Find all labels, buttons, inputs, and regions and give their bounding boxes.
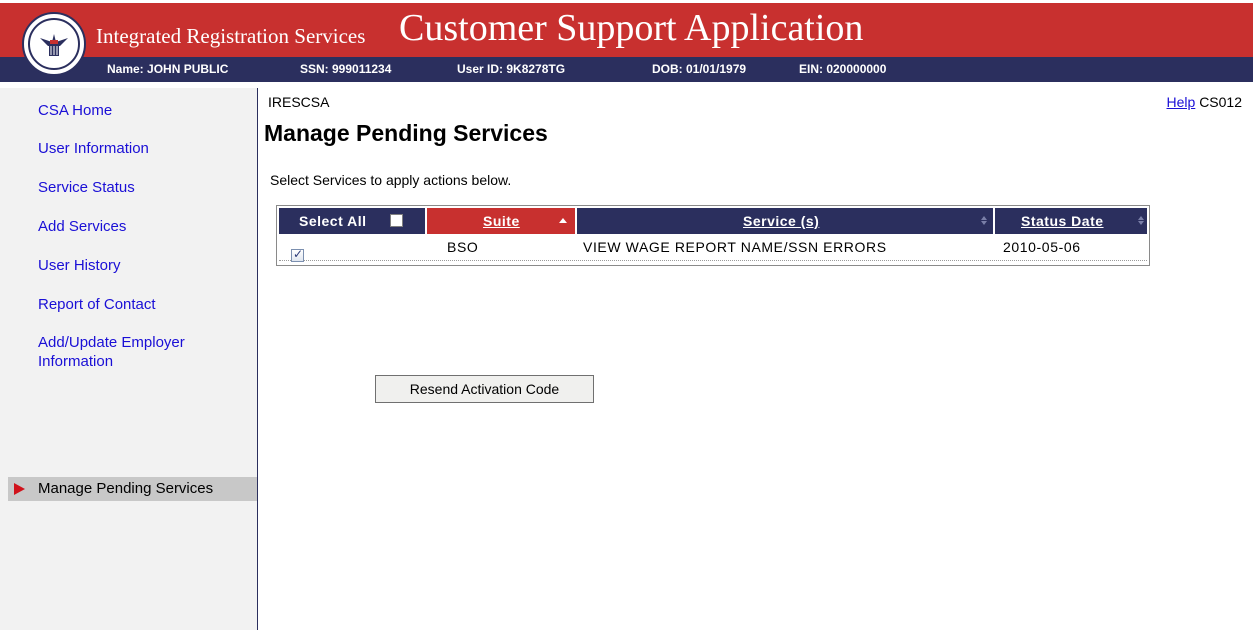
instructions-text: Select Services to apply actions below. — [270, 172, 512, 188]
sort-by-suite-link[interactable]: Suite — [483, 213, 520, 229]
sort-unsorted-icon — [981, 216, 987, 226]
arrow-right-icon — [14, 483, 25, 495]
select-all-label: Select All — [299, 213, 367, 229]
sidebar-item-label-line1: Add/Update Employer — [38, 334, 185, 351]
cell-service: VIEW WAGE REPORT NAME/SSN ERRORS — [583, 239, 887, 255]
ssn-info: SSN: 999011234 — [300, 62, 392, 76]
sidebar-item-label-line2: Information — [38, 353, 114, 370]
sidebar-item-csa-home[interactable]: CSA Home — [38, 101, 112, 120]
cell-suite: BSO — [447, 239, 479, 255]
app-subtitle: Integrated Registration Services — [96, 24, 366, 48]
ssa-seal-logo — [22, 12, 86, 76]
sidebar-item-label: Manage Pending Services — [38, 480, 214, 497]
column-header-select-all: Select All — [279, 208, 425, 234]
sidebar-item-user-information[interactable]: User Information — [38, 139, 149, 158]
user-id-info: User ID: 9K8278TG — [457, 62, 566, 76]
sidebar-item-user-history[interactable]: User History — [38, 256, 121, 275]
sidebar-item-add-update-employer[interactable]: Add/Update Employer Information — [38, 333, 185, 371]
user-name-info: Name: JOHN PUBLIC — [107, 62, 229, 76]
app-title: Customer Support Application — [399, 7, 864, 49]
sort-by-status-date-link[interactable]: Status Date — [1021, 213, 1104, 229]
sort-by-service-link[interactable]: Service (s) — [743, 213, 819, 229]
sort-ascending-icon — [559, 218, 567, 223]
column-header-suite: Suite — [427, 208, 575, 234]
dob-info: DOB: 01/01/1979 — [652, 62, 747, 76]
sidebar-nav: CSA Home User Information Service Status… — [0, 88, 258, 630]
eagle-icon — [40, 34, 68, 56]
sidebar-item-report-of-contact[interactable]: Report of Contact — [38, 295, 156, 314]
app-header: Integrated Registration Services Custome… — [0, 0, 1253, 88]
sort-unsorted-icon — [1138, 216, 1144, 226]
sidebar-item-add-services[interactable]: Add Services — [38, 217, 126, 236]
ein-info: EIN: 020000000 — [799, 62, 887, 76]
page-title: Manage Pending Services — [264, 120, 548, 146]
column-header-status-date: Status Date — [995, 208, 1147, 234]
select-all-checkbox[interactable] — [390, 214, 403, 227]
help-link[interactable]: Help — [1167, 94, 1196, 110]
help-area: Help CS012 — [1167, 94, 1243, 110]
cell-status-date: 2010-05-06 — [1003, 239, 1081, 255]
resend-activation-code-button[interactable]: Resend Activation Code — [375, 375, 594, 403]
row-select-checkbox[interactable]: ✓ — [291, 247, 304, 262]
sidebar-item-service-status[interactable]: Service Status — [38, 178, 135, 197]
column-header-service: Service (s) — [577, 208, 993, 234]
checkmark-icon: ✓ — [293, 247, 304, 261]
sidebar-item-manage-pending-services[interactable]: Manage Pending Services — [8, 477, 257, 501]
screen-code: IRESCSA — [268, 94, 330, 110]
screen-id: CS012 — [1199, 94, 1242, 110]
pending-services-table: Select All Suite Service (s) Status Date… — [276, 205, 1150, 266]
table-row: ✓ BSO VIEW WAGE REPORT NAME/SSN ERRORS 2… — [279, 235, 1147, 262]
